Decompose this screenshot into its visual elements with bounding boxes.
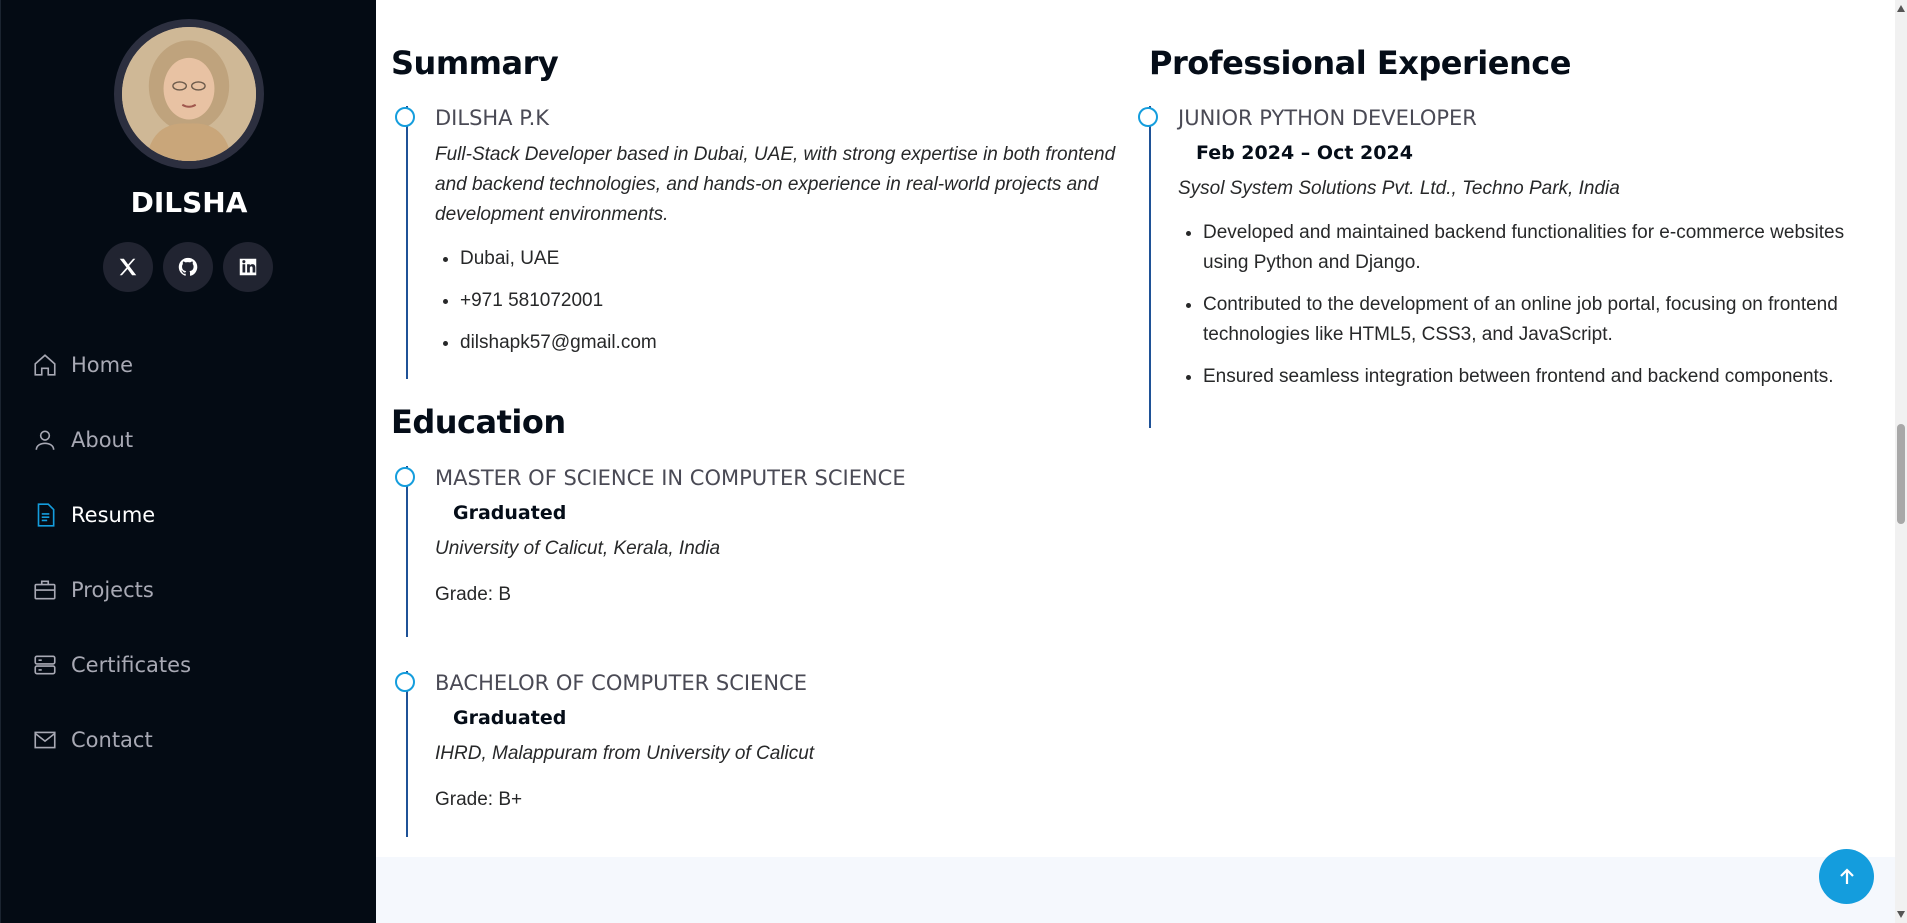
summary-item: DILSHA P.K Full-Stack Developer based in… (395, 106, 1126, 379)
page-scrollbar[interactable] (1895, 0, 1907, 923)
github-link[interactable] (163, 242, 213, 292)
timeline-dot (395, 467, 415, 487)
nav-about-label: About (71, 427, 134, 452)
social-links (103, 242, 273, 292)
timeline-dot (395, 107, 415, 127)
nav-projects-label: Projects (71, 577, 154, 602)
scroll-down-arrow[interactable] (1897, 911, 1905, 918)
nav-certificates-label: Certificates (71, 652, 192, 677)
nav-contact[interactable]: Contact (31, 702, 191, 777)
experience-bullet: Developed and maintained backend functio… (1203, 218, 1889, 278)
education-degree: MASTER OF SCIENCE IN COMPUTER SCIENCE (435, 466, 906, 490)
nav-menu: Home About Resume Projects Certificates (31, 327, 191, 777)
home-icon (31, 351, 59, 379)
briefcase-icon (31, 576, 59, 604)
resume-main: Summary DILSHA P.K Full-Stack Developer … (376, 0, 1897, 923)
nav-certificates[interactable]: Certificates (31, 627, 191, 702)
experience-bullet: Contributed to the development of an onl… (1203, 290, 1889, 350)
envelope-icon (31, 726, 59, 754)
education-item: MASTER OF SCIENCE IN COMPUTER SCIENCE Gr… (395, 466, 1126, 637)
arrow-up-icon (1839, 867, 1854, 884)
x-twitter-link[interactable] (103, 242, 153, 292)
linkedin-link[interactable] (223, 242, 273, 292)
linkedin-icon (239, 258, 257, 276)
contact-phone: +971 581072001 (460, 286, 1126, 316)
nav-about[interactable]: About (31, 402, 191, 477)
summary-name: DILSHA P.K (435, 106, 550, 130)
nav-home-label: Home (71, 352, 134, 377)
sidebar: DILSHA Home About Resume Projects Certif… (0, 0, 376, 923)
profile-avatar (114, 19, 264, 169)
experience-period: Feb 2024 – Oct 2024 (1196, 142, 1413, 164)
section-footer-band (376, 857, 1897, 923)
scroll-top-button[interactable] (1819, 849, 1874, 904)
github-icon (178, 257, 198, 276)
scrollbar-thumb[interactable] (1897, 424, 1905, 524)
timeline-dot (395, 672, 415, 692)
education-grade: Grade: B (435, 584, 512, 605)
scroll-up-arrow[interactable] (1897, 5, 1905, 12)
profile-name: DILSHA (130, 186, 248, 219)
summary-title: Summary (391, 44, 559, 82)
education-institution: IHRD, Malappuram from University of Cali… (435, 743, 815, 764)
education-status: Graduated (453, 707, 567, 729)
timeline-dot (1138, 107, 1158, 127)
experience-bullet: Ensured seamless integration between fro… (1203, 362, 1889, 392)
server-icon (31, 651, 59, 679)
nav-projects[interactable]: Projects (31, 552, 191, 627)
nav-home[interactable]: Home (31, 327, 191, 402)
person-icon (31, 426, 59, 454)
education-grade: Grade: B+ (435, 789, 523, 810)
summary-description: Full-Stack Developer based in Dubai, UAE… (435, 144, 1116, 225)
summary-contacts: Dubai, UAE +971 581072001 dilshapk57@gma… (460, 244, 1126, 358)
experience-title: Professional Experience (1149, 44, 1571, 82)
nav-contact-label: Contact (71, 727, 153, 752)
education-degree: BACHELOR OF COMPUTER SCIENCE (435, 671, 807, 695)
contact-location: Dubai, UAE (460, 244, 1126, 274)
x-twitter-icon (119, 258, 137, 276)
experience-bullets: Developed and maintained backend functio… (1203, 218, 1889, 392)
file-text-icon (31, 501, 59, 529)
experience-role: JUNIOR PYTHON DEVELOPER (1178, 106, 1477, 130)
contact-email: dilshapk57@gmail.com (460, 328, 1126, 358)
education-status: Graduated (453, 502, 567, 524)
experience-item: JUNIOR PYTHON DEVELOPER Feb 2024 – Oct 2… (1138, 106, 1889, 428)
nav-resume-label: Resume (71, 502, 156, 527)
experience-company: Sysol System Solutions Pvt. Ltd., Techno… (1178, 178, 1620, 199)
nav-resume[interactable]: Resume (31, 477, 191, 552)
education-institution: University of Calicut, Kerala, India (435, 538, 721, 559)
education-title: Education (391, 403, 566, 441)
education-item: BACHELOR OF COMPUTER SCIENCE Graduated I… (395, 671, 1126, 837)
